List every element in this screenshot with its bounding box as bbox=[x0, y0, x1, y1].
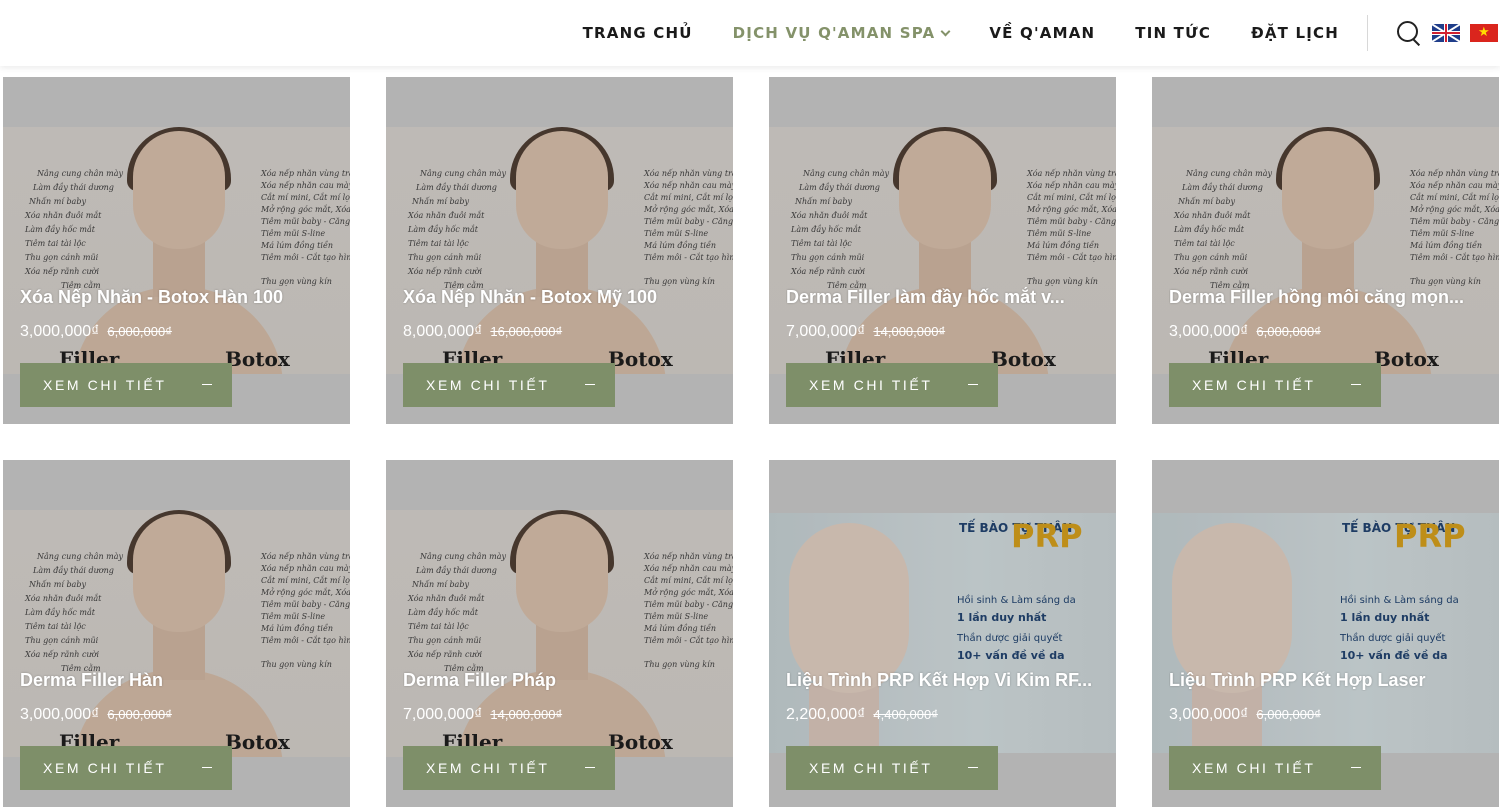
search-icon[interactable] bbox=[1396, 20, 1422, 46]
original-price: 4,400,000₫ bbox=[873, 707, 938, 722]
view-details-label: XEM CHI TIẾT bbox=[426, 377, 550, 393]
view-details-button[interactable]: XEM CHI TIẾT bbox=[403, 746, 615, 790]
product-card[interactable]: TẾ BÀO TỰ THÂN PRP Hồi sinh & Làm sáng da 1… bbox=[1152, 460, 1499, 807]
chevron-down-icon bbox=[940, 26, 951, 36]
sale-price: 3,000,000₫ bbox=[20, 323, 100, 340]
product-title[interactable]: Derma Filler làm đầy hốc mắt v... bbox=[786, 287, 1101, 308]
view-details-button[interactable]: XEM CHI TIẾT bbox=[403, 363, 615, 407]
view-details-label: XEM CHI TIẾT bbox=[809, 377, 933, 393]
view-details-label: XEM CHI TIẾT bbox=[426, 760, 550, 776]
view-details-button[interactable]: XEM CHI TIẾT bbox=[786, 363, 998, 407]
view-details-button[interactable]: XEM CHI TIẾT bbox=[1169, 363, 1381, 407]
original-price: 6,000,000₫ bbox=[107, 707, 172, 722]
sale-price: 8,000,000₫ bbox=[403, 323, 483, 340]
dash-icon bbox=[202, 767, 212, 768]
product-card[interactable]: Nâng cung chân mày Làm đầy thái dương Nhấn… bbox=[3, 77, 350, 424]
view-details-button[interactable]: XEM CHI TIẾT bbox=[20, 363, 232, 407]
product-title[interactable]: Liệu Trình PRP Kết Hợp Vi Kim RF... bbox=[786, 670, 1101, 691]
price-row: 3,000,000₫ 6,000,000₫ bbox=[20, 323, 172, 341]
price-row: 3,000,000₫ 6,000,000₫ bbox=[20, 706, 172, 724]
view-details-label: XEM CHI TIẾT bbox=[809, 760, 933, 776]
main-nav: TRANG CHỦ DỊCH VỤ Q'AMAN SPA VỀ Q'AMAN T… bbox=[583, 0, 1500, 66]
sale-price: 7,000,000₫ bbox=[786, 323, 866, 340]
sale-price: 7,000,000₫ bbox=[403, 706, 483, 723]
view-details-label: XEM CHI TIẾT bbox=[1192, 760, 1316, 776]
dash-icon bbox=[202, 384, 212, 385]
sale-price: 3,000,000₫ bbox=[1169, 706, 1249, 723]
original-price: 6,000,000₫ bbox=[1256, 324, 1321, 339]
view-details-button[interactable]: XEM CHI TIẾT bbox=[1169, 746, 1381, 790]
original-price: 16,000,000₫ bbox=[490, 324, 563, 339]
dash-icon bbox=[585, 767, 595, 768]
dash-icon bbox=[968, 384, 978, 385]
dash-icon bbox=[585, 384, 595, 385]
nav-item-home[interactable]: TRANG CHỦ bbox=[583, 24, 693, 42]
dash-icon bbox=[1351, 384, 1361, 385]
product-card[interactable]: Nâng cung chân mày Làm đầy thái dương Nhấn… bbox=[3, 460, 350, 807]
price-row: 3,000,000₫ 6,000,000₫ bbox=[1169, 706, 1321, 724]
flag-uk-icon[interactable] bbox=[1432, 24, 1460, 42]
view-details-label: XEM CHI TIẾT bbox=[43, 377, 167, 393]
product-card[interactable]: Nâng cung chân mày Làm đầy thái dương Nhấn… bbox=[1152, 77, 1499, 424]
original-price: 14,000,000₫ bbox=[873, 324, 946, 339]
price-row: 2,200,000₫ 4,400,000₫ bbox=[786, 706, 938, 724]
flag-vn-icon[interactable]: ★ bbox=[1470, 24, 1498, 42]
nav-divider bbox=[1367, 15, 1368, 51]
view-details-label: XEM CHI TIẾT bbox=[43, 760, 167, 776]
original-price: 14,000,000₫ bbox=[490, 707, 563, 722]
product-title[interactable]: Derma Filler Hàn bbox=[20, 670, 335, 691]
nav-item-about[interactable]: VỀ Q'AMAN bbox=[989, 24, 1095, 42]
price-row: 3,000,000₫ 6,000,000₫ bbox=[1169, 323, 1321, 341]
sale-price: 3,000,000₫ bbox=[1169, 323, 1249, 340]
nav-item-news[interactable]: TIN TỨC bbox=[1135, 24, 1211, 42]
price-row: 8,000,000₫ 16,000,000₫ bbox=[403, 323, 562, 341]
product-title[interactable]: Liệu Trình PRP Kết Hợp Laser bbox=[1169, 670, 1484, 691]
sale-price: 3,000,000₫ bbox=[20, 706, 100, 723]
original-price: 6,000,000₫ bbox=[1256, 707, 1321, 722]
product-card[interactable]: Nâng cung chân mày Làm đầy thái dương Nhấn… bbox=[769, 77, 1116, 424]
nav-item-services[interactable]: DỊCH VỤ Q'AMAN SPA bbox=[732, 24, 951, 42]
product-title[interactable]: Xóa Nếp Nhăn - Botox Mỹ 100 bbox=[403, 287, 718, 308]
price-row: 7,000,000₫ 14,000,000₫ bbox=[403, 706, 562, 724]
view-details-label: XEM CHI TIẾT bbox=[1192, 377, 1316, 393]
view-details-button[interactable]: XEM CHI TIẾT bbox=[20, 746, 232, 790]
product-card[interactable]: Nâng cung chân mày Làm đầy thái dương Nhấn… bbox=[386, 460, 733, 807]
product-title[interactable]: Derma Filler Pháp bbox=[403, 670, 718, 691]
dash-icon bbox=[1351, 767, 1361, 768]
product-card[interactable]: TẾ BÀO TỰ THÂN PRP Hồi sinh & Làm sáng da 1… bbox=[769, 460, 1116, 807]
nav-item-services-label: DỊCH VỤ Q'AMAN SPA bbox=[732, 24, 936, 42]
view-details-button[interactable]: XEM CHI TIẾT bbox=[786, 746, 998, 790]
product-title[interactable]: Xóa Nếp Nhăn - Botox Hàn 100 bbox=[20, 287, 335, 308]
original-price: 6,000,000₫ bbox=[107, 324, 172, 339]
product-title[interactable]: Derma Filler hồng môi căng mọn... bbox=[1169, 287, 1484, 308]
price-row: 7,000,000₫ 14,000,000₫ bbox=[786, 323, 945, 341]
sale-price: 2,200,000₫ bbox=[786, 706, 866, 723]
site-header: TRANG CHỦ DỊCH VỤ Q'AMAN SPA VỀ Q'AMAN T… bbox=[0, 0, 1500, 66]
nav-item-booking[interactable]: ĐẶT LỊCH bbox=[1251, 24, 1339, 42]
product-card[interactable]: Nâng cung chân mày Làm đầy thái dương Nhấn… bbox=[386, 77, 733, 424]
dash-icon bbox=[968, 767, 978, 768]
